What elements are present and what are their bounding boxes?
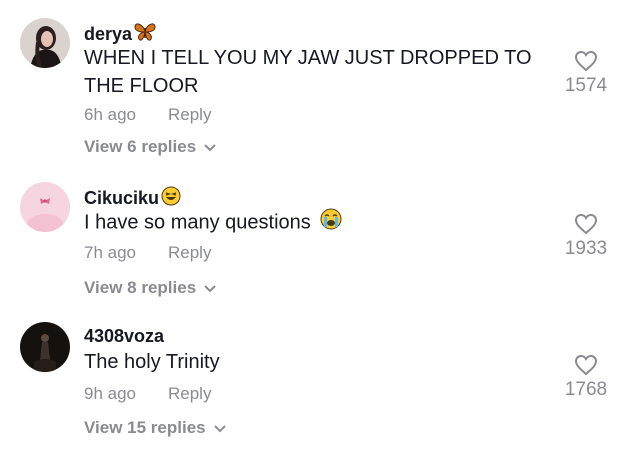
view-replies-label: View 15 replies	[84, 418, 206, 437]
like-button[interactable]: 1574	[556, 50, 616, 97]
like-count: 1933	[564, 238, 608, 259]
username[interactable]: 4308voza	[84, 326, 164, 347]
comment-text: WHEN I TELL YOU MY JAW JUST DROPPED TO T…	[84, 47, 532, 97]
view-replies-label: View 8 replies	[84, 278, 197, 297]
avatar[interactable]	[20, 322, 70, 372]
comment-text: The holy Trinity	[84, 351, 220, 373]
username-text: Cikuciku	[84, 188, 160, 208]
comment-text: I have so many questions	[84, 208, 534, 238]
comment-meta: 9h ago Reply	[84, 384, 211, 404]
comment-meta: 6h ago Reply	[84, 105, 211, 125]
heart-icon	[556, 354, 616, 376]
heart-icon	[556, 50, 616, 72]
reply-button[interactable]: Reply	[168, 105, 211, 125]
chevron-down-icon	[213, 418, 226, 438]
reply-button[interactable]: Reply	[168, 384, 211, 404]
reply-button[interactable]: Reply	[168, 243, 211, 263]
view-replies-button[interactable]: View 6 replies	[84, 137, 216, 157]
like-count: 1768	[564, 379, 608, 400]
timestamp: 9h ago	[84, 384, 136, 403]
comment-meta: 7h ago Reply	[84, 243, 211, 263]
view-replies-button[interactable]: View 8 replies	[84, 278, 216, 298]
username-text: derya	[84, 24, 133, 44]
like-button[interactable]: 1933	[556, 213, 616, 260]
view-replies-label: View 6 replies	[84, 137, 197, 156]
heart-icon	[556, 213, 616, 235]
timestamp: 6h ago	[84, 105, 136, 124]
like-button[interactable]: 1768	[556, 354, 616, 401]
timestamp: 7h ago	[84, 243, 136, 262]
chevron-down-icon	[204, 278, 216, 298]
comment-text-content: I have so many questions	[84, 211, 311, 234]
username-text: 4308voza	[84, 326, 165, 346]
avatar[interactable]	[20, 18, 70, 68]
avatar[interactable]	[20, 182, 70, 232]
crying-face-icon	[320, 208, 342, 238]
chevron-down-icon	[204, 137, 216, 157]
view-replies-button[interactable]: View 15 replies	[84, 418, 226, 438]
like-count: 1574	[564, 75, 608, 96]
